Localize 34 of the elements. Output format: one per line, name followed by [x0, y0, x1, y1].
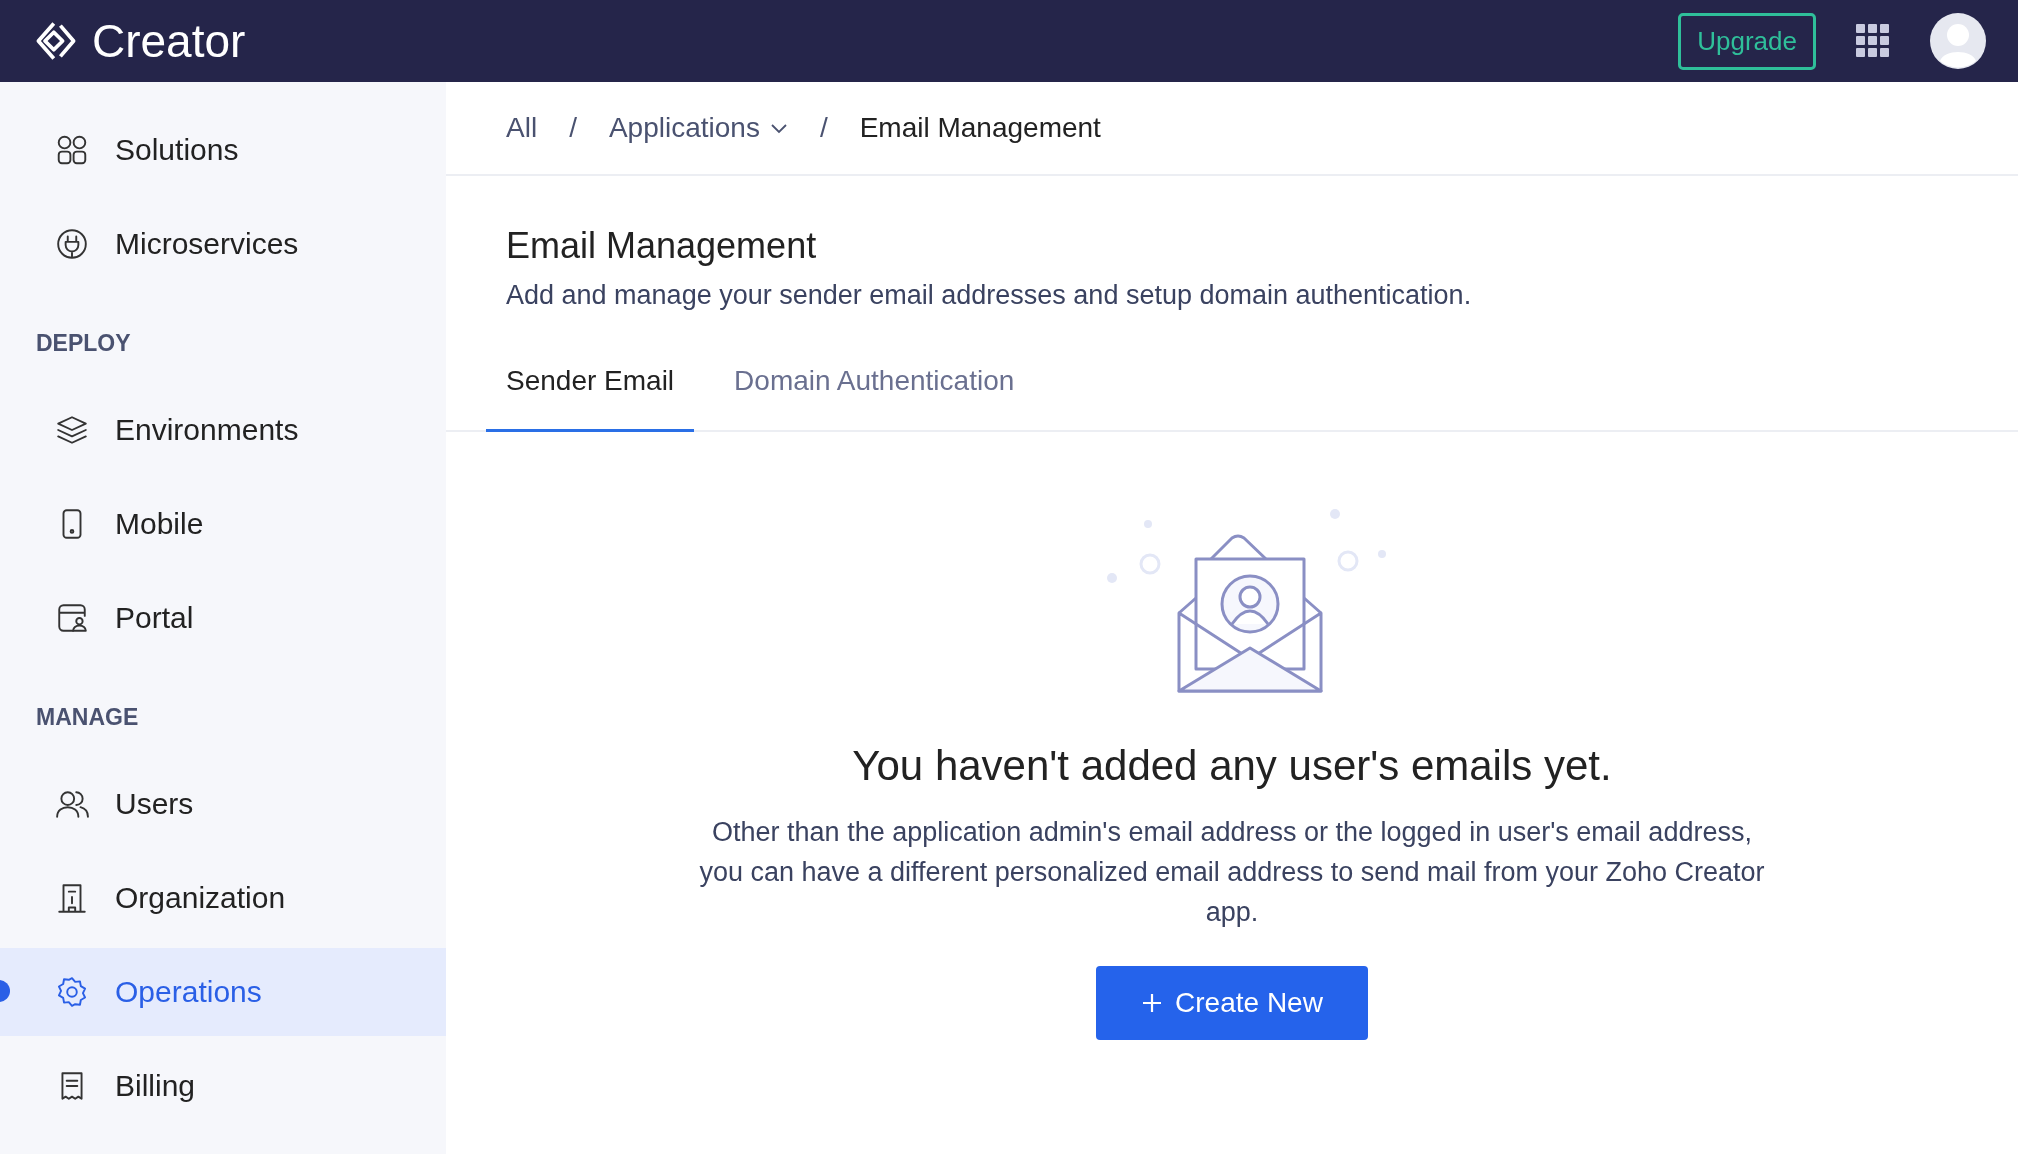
portal-icon	[55, 601, 89, 635]
sidebar-item[interactable]: Organization	[0, 854, 446, 942]
breadcrumb-link[interactable]: All	[506, 112, 538, 144]
upgrade-button[interactable]: Upgrade	[1678, 12, 1816, 70]
breadcrumb-separator: /	[569, 112, 577, 144]
tab[interactable]: Domain Authentication	[714, 347, 1035, 432]
avatar-icon[interactable]	[1930, 13, 1986, 69]
app-name: Creator	[92, 14, 246, 68]
sidebar-item[interactable]: Solutions	[0, 106, 446, 194]
apps-grid-icon[interactable]	[1856, 24, 1890, 58]
empty-state-text: Other than the application admin's email address or the logged in user's email address, you can have a different personalized email address to send mail from your Zoho Creator app.	[698, 816, 1766, 929]
sidebar-item[interactable]: Users	[0, 760, 446, 848]
tab[interactable]: Sender Email	[486, 347, 695, 432]
layers-icon	[55, 413, 89, 447]
sidebar-item[interactable]: Mobile	[0, 480, 446, 568]
sidebar-item[interactable]: Microservices	[0, 200, 446, 288]
sidebar-item[interactable]: Operations	[0, 948, 446, 1036]
section-heading: MANAGE	[36, 703, 140, 732]
gear-icon	[55, 975, 89, 1009]
solutions-icon	[55, 133, 89, 167]
logo-icon	[34, 19, 78, 63]
plug-icon	[55, 227, 89, 261]
breadcrumb-link[interactable]: Applications	[608, 112, 788, 144]
page-subtitle: Add and manage your sender email addresses and setup domain authentication.	[506, 280, 1473, 311]
sidebar-item[interactable]: Environments	[0, 386, 446, 474]
sidebar-item[interactable]: Billing	[0, 1042, 446, 1130]
building-icon	[55, 881, 89, 915]
sidebar-item[interactable]: Portal	[0, 574, 446, 662]
section-heading: DEPLOY	[36, 329, 132, 358]
empty-state-heading: You haven't added any user's emails yet.	[852, 742, 1612, 790]
create-new-button[interactable]: Create New	[1096, 966, 1368, 1040]
page-title: Email Management	[506, 224, 818, 268]
breadcrumb-separator: /	[819, 112, 828, 144]
plus-icon	[1141, 992, 1164, 1014]
